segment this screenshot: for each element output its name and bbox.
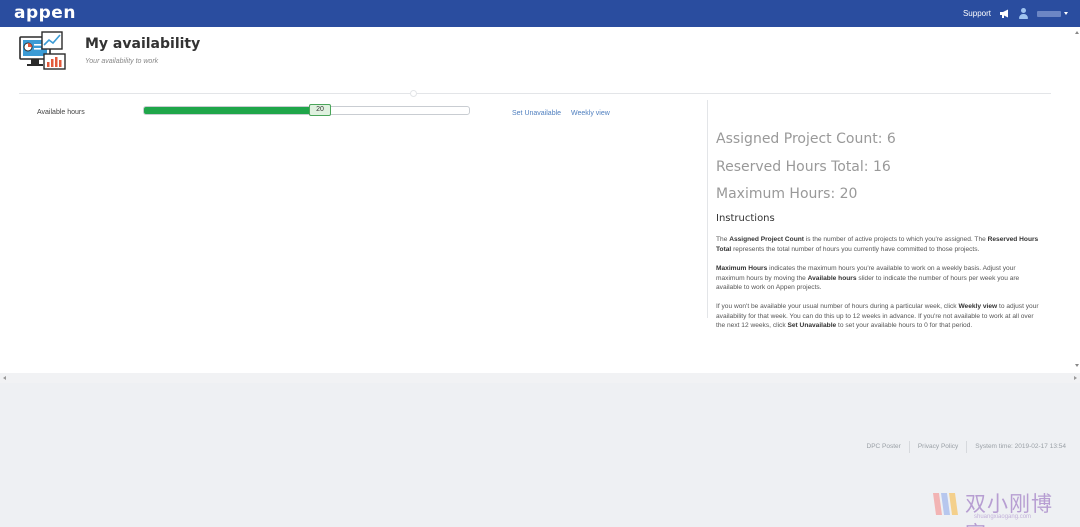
footer: DPC Poster Privacy Policy System time: 2…: [859, 441, 1075, 453]
page-title: My availability: [85, 36, 201, 52]
blog-watermark: 双小刚博客 shuangxiaogang.com: [930, 486, 1074, 527]
system-time: System time: 2019-02-17 13:54: [966, 441, 1074, 453]
watermark-logo-icon: [933, 493, 958, 515]
scroll-right-icon[interactable]: [1074, 376, 1077, 380]
instructions-paragraph-2: Maximum Hours indicates the maximum hour…: [716, 265, 1020, 292]
user-name-redacted[interactable]: [1037, 10, 1061, 17]
megaphone-icon[interactable]: [999, 9, 1010, 18]
instructions-paragraph-3: If you won't be available your usual num…: [716, 303, 1039, 330]
set-unavailable-link[interactable]: Set Unavailable: [512, 110, 561, 117]
nav-right: Support: [963, 0, 1068, 27]
user-icon[interactable]: [1018, 7, 1029, 20]
instructions-title: Instructions: [716, 213, 775, 224]
reserved-hours-total: Reserved Hours Total: 16: [716, 159, 891, 175]
appen-logo[interactable]: appen: [14, 4, 76, 22]
top-nav-bar: appen Support: [0, 0, 1080, 27]
chevron-down-icon[interactable]: [1064, 12, 1068, 15]
horizontal-scrollbar[interactable]: [0, 373, 1080, 383]
header-divider: [19, 93, 1051, 94]
column-divider: [707, 100, 708, 318]
weekly-view-link[interactable]: Weekly view: [571, 110, 610, 117]
available-hours-slider[interactable]: 20: [143, 104, 470, 116]
watermark-text: 双小刚博客: [965, 492, 1053, 527]
instructions-paragraph-1: The Assigned Project Count is the number…: [716, 236, 1039, 253]
vertical-scrollbar[interactable]: [1072, 27, 1080, 373]
privacy-policy-link[interactable]: Privacy Policy: [908, 441, 966, 453]
dpc-poster-link[interactable]: DPC Poster: [859, 441, 909, 453]
support-link[interactable]: Support: [963, 9, 991, 18]
maximum-hours: Maximum Hours: 20: [716, 186, 858, 202]
watermark-subtext: shuangxiaogang.com: [974, 514, 1032, 520]
slider-fill: [144, 107, 326, 114]
available-hours-label: Available hours: [37, 109, 85, 116]
assigned-project-count: Assigned Project Count: 6: [716, 131, 896, 147]
page-subtitle: Your availability to work: [85, 58, 159, 65]
slider-handle[interactable]: 20: [309, 104, 331, 116]
availability-dashboard-icon: [19, 31, 66, 70]
scroll-left-icon[interactable]: [3, 376, 6, 380]
divider-notch: [410, 90, 417, 97]
